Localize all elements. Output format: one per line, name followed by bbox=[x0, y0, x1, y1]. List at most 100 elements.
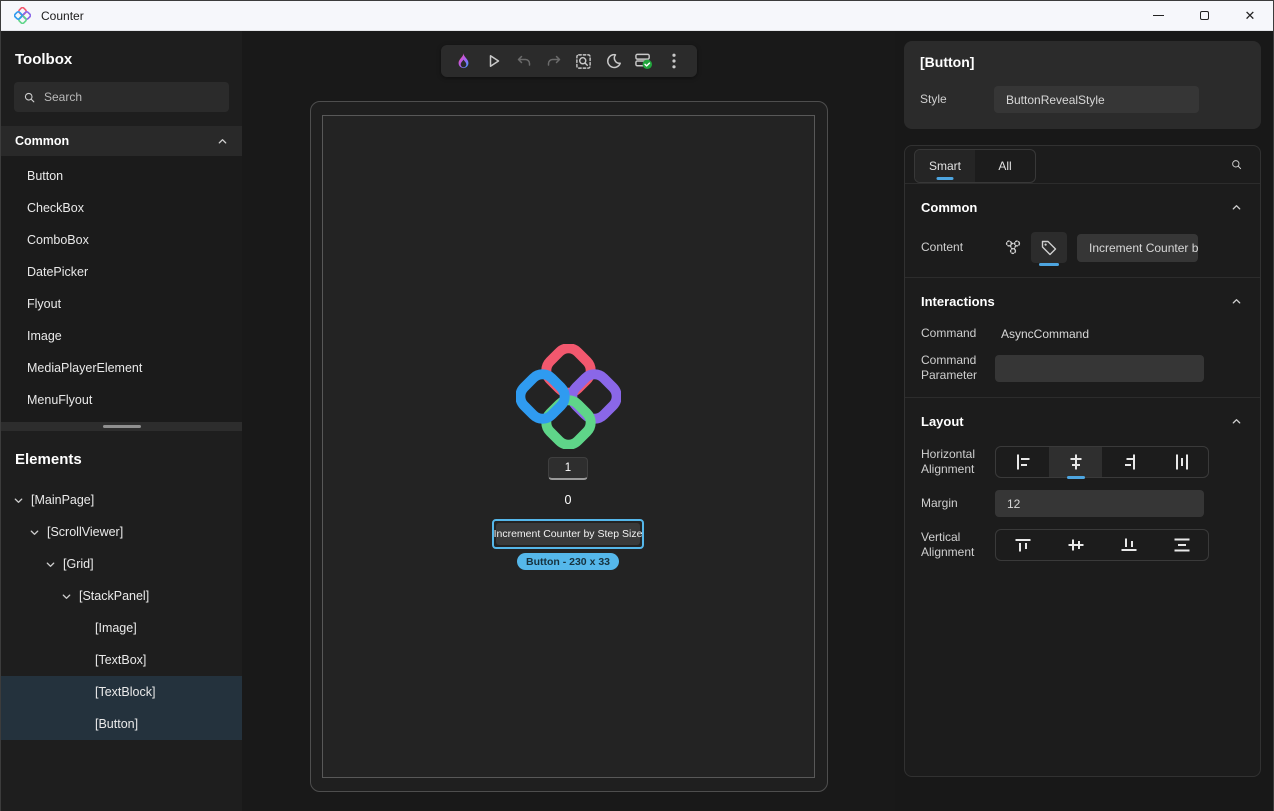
margin-input[interactable]: 12 bbox=[995, 490, 1204, 517]
halign-stretch-button[interactable] bbox=[1155, 447, 1208, 477]
toolbox-search-input[interactable]: Search bbox=[14, 82, 229, 112]
window-title: Counter bbox=[41, 9, 84, 23]
app-page-canvas[interactable]: 1 0 Increment Counter by Step Size Butto… bbox=[322, 115, 815, 778]
tab-smart[interactable]: Smart bbox=[915, 150, 975, 182]
close-button[interactable]: ✕ bbox=[1227, 1, 1273, 30]
halign-right-button[interactable] bbox=[1102, 447, 1155, 477]
elements-tree-item[interactable]: [Grid] bbox=[1, 548, 242, 580]
elements-tree-item[interactable]: [ScrollViewer] bbox=[1, 516, 242, 548]
command-parameter-label: Command Parameter bbox=[921, 353, 995, 383]
align-top-icon bbox=[1015, 536, 1031, 554]
toolbox-item[interactable]: Button bbox=[1, 160, 242, 192]
valign-bottom-button[interactable] bbox=[1102, 530, 1155, 560]
redo-icon[interactable] bbox=[539, 47, 569, 75]
align-bottom-icon bbox=[1121, 536, 1137, 554]
uno-logo-image[interactable] bbox=[516, 344, 621, 449]
elements-tree-item[interactable]: [MainPage] bbox=[1, 484, 242, 516]
maximize-icon bbox=[1200, 11, 1209, 20]
elements-tree-item[interactable]: [StackPanel] bbox=[1, 580, 242, 612]
content-binding-mode-button[interactable] bbox=[995, 232, 1031, 263]
minimize-icon bbox=[1153, 15, 1164, 16]
panel-splitter[interactable] bbox=[1, 422, 242, 431]
properties-card: Smart All Common Content bbox=[904, 145, 1261, 777]
search-properties-icon[interactable] bbox=[1231, 159, 1242, 170]
connection-status-icon[interactable] bbox=[629, 47, 659, 75]
margin-label: Margin bbox=[921, 496, 995, 511]
chevron-down-icon[interactable] bbox=[45, 559, 56, 570]
toolbox-item[interactable]: ComboBox bbox=[1, 224, 242, 256]
selection-outline: Increment Counter by Step Size bbox=[492, 519, 644, 549]
selected-element-name: [Button] bbox=[920, 54, 1245, 70]
section-interactions: Interactions Command AsyncCommand Comman… bbox=[905, 278, 1260, 398]
design-surface: 1 0 Increment Counter by Step Size Butto… bbox=[242, 31, 895, 811]
chevron-down-icon[interactable] bbox=[29, 527, 40, 538]
elements-tree-item[interactable]: [TextBox] bbox=[1, 644, 242, 676]
more-options-icon[interactable] bbox=[659, 47, 689, 75]
horizontal-alignment-label: Horizontal Alignment bbox=[921, 447, 995, 477]
chevron-down-icon[interactable] bbox=[13, 495, 24, 506]
maximize-button[interactable] bbox=[1181, 1, 1227, 30]
tab-all[interactable]: All bbox=[975, 150, 1035, 182]
chevron-down-icon[interactable] bbox=[61, 591, 72, 602]
elements-tree-item[interactable]: [TextBlock] bbox=[1, 676, 242, 708]
hot-reload-flame-icon[interactable] bbox=[449, 47, 479, 75]
valign-center-button[interactable] bbox=[1049, 530, 1102, 560]
content-value-input[interactable]: Increment Counter by bbox=[1077, 234, 1198, 262]
elements-tree-item[interactable]: [Image] bbox=[1, 612, 242, 644]
counter-textblock: 0 bbox=[565, 493, 572, 507]
align-center-vertical-icon bbox=[1068, 536, 1084, 554]
chevron-up-icon[interactable] bbox=[1231, 296, 1242, 307]
command-value[interactable]: AsyncCommand bbox=[1001, 327, 1089, 341]
zoom-to-fit-icon[interactable] bbox=[569, 47, 599, 75]
section-interactions-title: Interactions bbox=[921, 294, 995, 309]
left-sidebar: Toolbox Search Common Button CheckBox Co… bbox=[1, 31, 242, 811]
chevron-up-icon[interactable] bbox=[217, 136, 228, 147]
splitter-grip bbox=[103, 425, 141, 428]
toolbox-section-label: Common bbox=[15, 134, 69, 148]
toolbox-item[interactable]: Flyout bbox=[1, 288, 242, 320]
command-parameter-input[interactable] bbox=[995, 355, 1204, 382]
theme-moon-icon[interactable] bbox=[599, 47, 629, 75]
valign-top-button[interactable] bbox=[996, 530, 1049, 560]
toolbox-section-common[interactable]: Common bbox=[1, 126, 242, 156]
toolbox-item[interactable]: DatePicker bbox=[1, 256, 242, 288]
step-size-textbox[interactable]: 1 bbox=[548, 457, 588, 480]
align-center-horizontal-icon bbox=[1067, 454, 1085, 470]
chevron-up-icon[interactable] bbox=[1231, 202, 1242, 213]
horizontal-alignment-group bbox=[995, 446, 1209, 478]
style-label: Style bbox=[920, 92, 994, 107]
style-input[interactable]: ButtonRevealStyle bbox=[994, 86, 1199, 113]
align-stretch-vertical-icon bbox=[1174, 536, 1190, 554]
property-tabs: Smart All bbox=[914, 149, 1036, 183]
selection-size-badge: Button - 230 x 33 bbox=[517, 553, 619, 570]
halign-center-button[interactable] bbox=[1049, 447, 1102, 477]
minimize-button[interactable] bbox=[1135, 1, 1181, 30]
toolbox-item[interactable]: MediaPlayerElement bbox=[1, 352, 242, 384]
elements-tree-item-button[interactable]: [Button] bbox=[1, 708, 242, 740]
halign-left-button[interactable] bbox=[996, 447, 1049, 477]
toolbox-search-placeholder: Search bbox=[44, 90, 82, 104]
elements-title: Elements bbox=[1, 431, 242, 480]
section-common: Common Content bbox=[905, 184, 1260, 278]
toolbox-item[interactable]: Image bbox=[1, 320, 242, 352]
toolbox-item[interactable]: MenuFlyout bbox=[1, 384, 242, 416]
search-icon bbox=[24, 92, 35, 103]
valign-stretch-button[interactable] bbox=[1155, 530, 1208, 560]
vertical-alignment-label: Vertical Alignment bbox=[921, 530, 995, 560]
section-common-title: Common bbox=[921, 200, 977, 215]
content-label: Content bbox=[921, 240, 995, 255]
play-icon[interactable] bbox=[479, 47, 509, 75]
elements-tree: [MainPage] [ScrollViewer] [Grid] [StackP… bbox=[1, 480, 242, 712]
selected-element-card: [Button] Style ButtonRevealStyle bbox=[904, 41, 1261, 129]
section-layout: Layout Horizontal Alignment bbox=[905, 398, 1260, 575]
align-right-icon bbox=[1120, 454, 1138, 470]
undo-icon[interactable] bbox=[509, 47, 539, 75]
window-titlebar: Counter ✕ bbox=[1, 1, 1273, 31]
app-logo-icon bbox=[14, 7, 31, 24]
tree-item-label: [Button] bbox=[95, 717, 138, 731]
command-label: Command bbox=[921, 326, 995, 341]
toolbox-item[interactable]: CheckBox bbox=[1, 192, 242, 224]
chevron-up-icon[interactable] bbox=[1231, 416, 1242, 427]
increment-button[interactable]: Increment Counter by Step Size bbox=[496, 523, 640, 545]
content-literal-mode-button[interactable] bbox=[1031, 232, 1067, 263]
